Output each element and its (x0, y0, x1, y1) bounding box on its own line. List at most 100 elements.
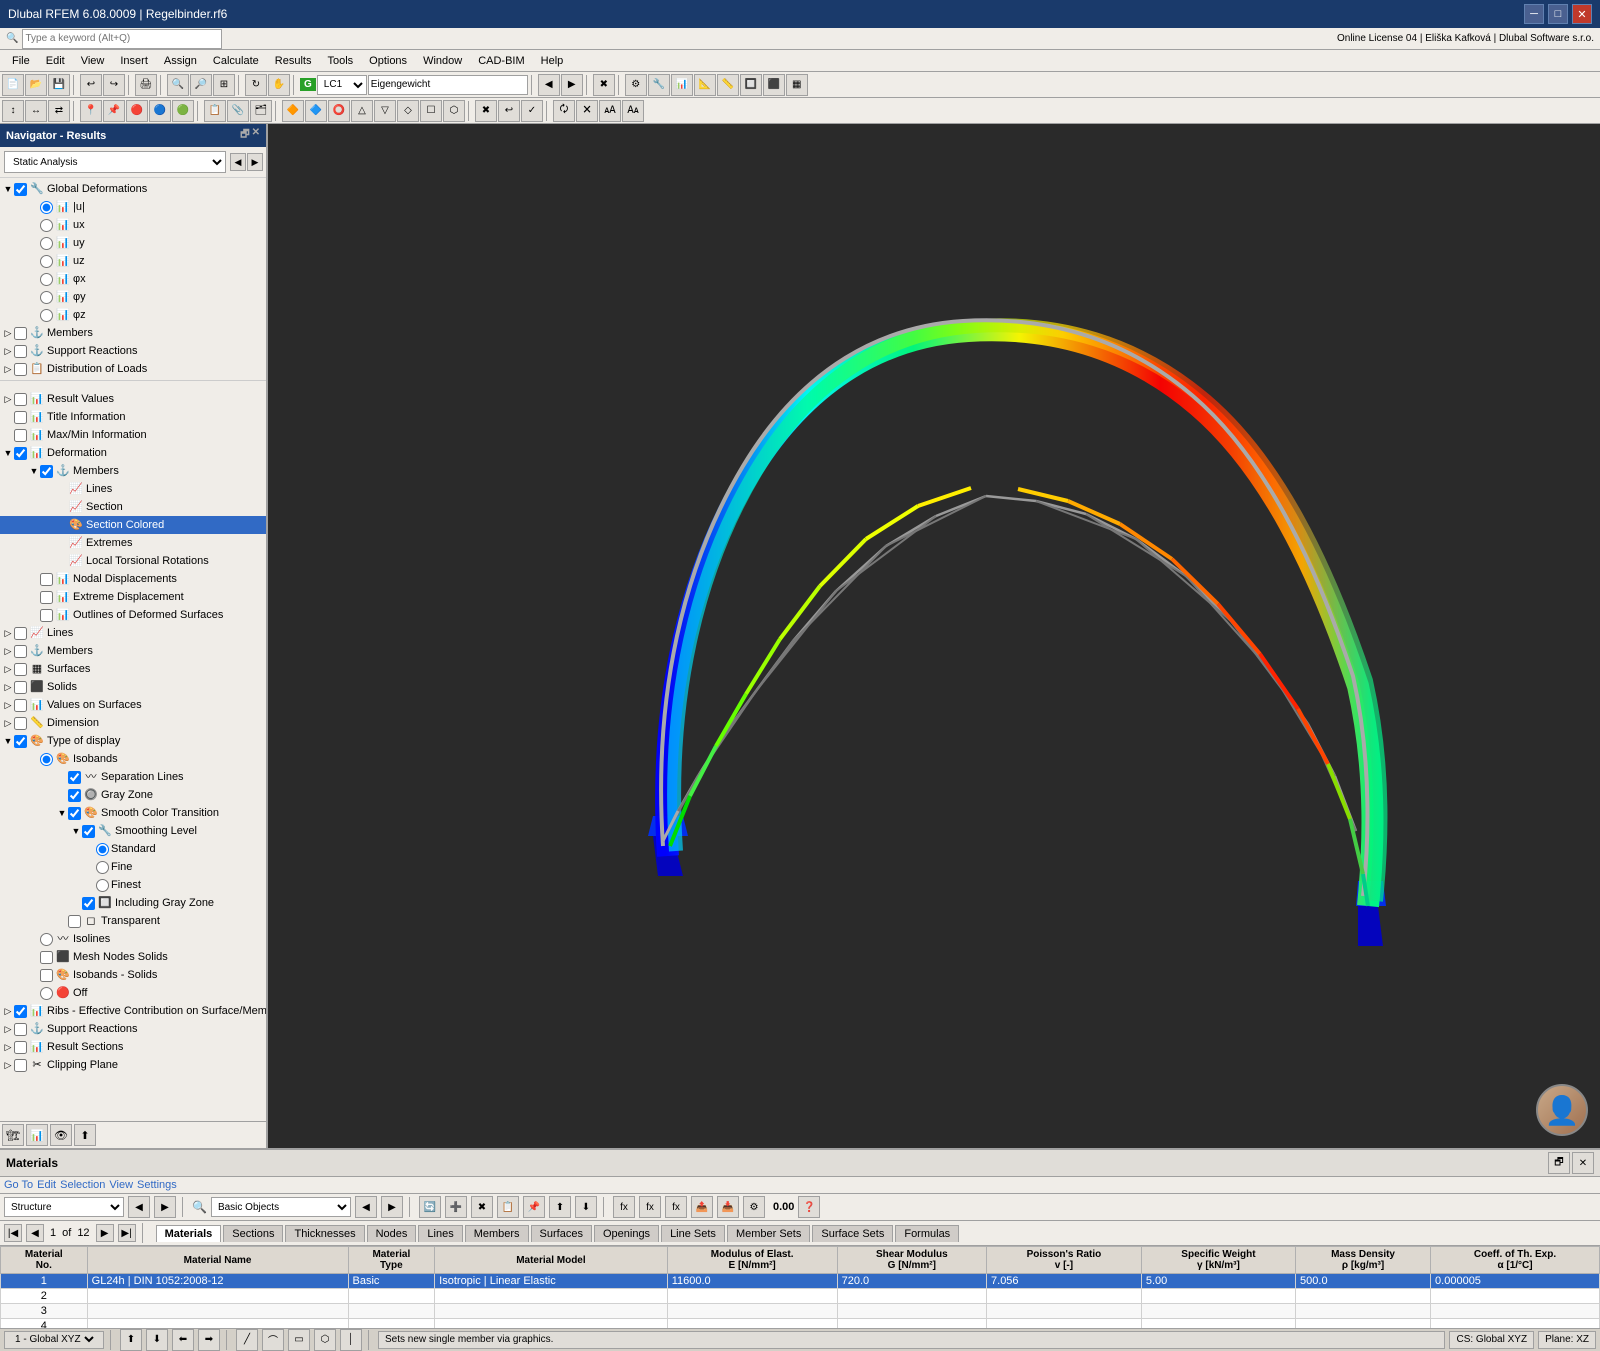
tree-item-members2[interactable]: ▷ ⚓ Members (0, 642, 266, 660)
def-expand[interactable]: ▼ (2, 447, 14, 459)
tree-item-local-torsional[interactable]: 📈 Local Torsional Rotations (0, 552, 266, 570)
tree-item-support-reactions[interactable]: ▷ ⚓ Support Reactions (0, 342, 266, 360)
tree-item-sep-lines[interactable]: 〰 Separation Lines (0, 768, 266, 786)
tb2-11[interactable]: 🗂 (250, 100, 272, 122)
nav-bottom-load[interactable]: ⬆ (74, 1124, 96, 1146)
menu-view[interactable]: View (73, 53, 113, 69)
viewport-3d[interactable]: 👤 (268, 124, 1600, 1148)
tree-item-outlines[interactable]: 📊 Outlines of Deformed Surfaces (0, 606, 266, 624)
tree-radio-fine[interactable] (96, 861, 109, 874)
search-input[interactable] (22, 29, 222, 49)
edit-link[interactable]: Edit (37, 1179, 56, 1191)
tab-formulas[interactable]: Formulas (895, 1225, 959, 1242)
lines-expand[interactable]: ▷ (2, 627, 14, 639)
tree-item-phix[interactable]: ▷ 📊 φx (0, 270, 266, 288)
tab-materials[interactable]: Materials (156, 1225, 222, 1242)
mat-formula3-btn[interactable]: fx (665, 1196, 687, 1218)
tree-check-mns[interactable] (40, 951, 53, 964)
tree-radio-phix[interactable] (40, 273, 53, 286)
tree-item-clipping-plane[interactable]: ▷ ✂ Clipping Plane (0, 1056, 266, 1074)
table-row[interactable]: 3 (1, 1304, 1600, 1319)
tree-item-result-sections[interactable]: ▷ 📊 Result Sections (0, 1038, 266, 1056)
tb2-xyz2[interactable]: 🗙 (576, 100, 598, 122)
nav-prev-btn[interactable]: ◀ (230, 153, 246, 171)
ribs-expand[interactable]: ▷ (2, 1005, 14, 1017)
tab-surfaces[interactable]: Surfaces (531, 1225, 592, 1242)
menu-file[interactable]: File (4, 53, 38, 69)
tb2-8[interactable]: 🟢 (172, 100, 194, 122)
tb2-10[interactable]: 📎 (227, 100, 249, 122)
draw-line-btn[interactable]: ╱ (236, 1329, 258, 1351)
tab-line-sets[interactable]: Line Sets (661, 1225, 725, 1242)
rs-expand[interactable]: ▷ (2, 1041, 14, 1053)
mat-delete-btn[interactable]: ✖ (471, 1196, 493, 1218)
tb-extra-4[interactable]: 📐 (694, 74, 716, 96)
sl-expand[interactable]: ▼ (70, 825, 82, 837)
print-btn[interactable]: 🖨 (135, 74, 157, 96)
selection-link[interactable]: Selection (60, 1179, 105, 1191)
tree-check-title[interactable] (14, 411, 27, 424)
goto-link[interactable]: Go To (4, 1179, 33, 1191)
redo-btn[interactable]: ↪ (103, 74, 125, 96)
rotate-btn[interactable]: ↻ (245, 74, 267, 96)
tb-extra-1[interactable]: ⚙ (625, 74, 647, 96)
tree-check-members[interactable] (14, 327, 27, 340)
prev-page-btn[interactable]: ◀ (26, 1224, 44, 1242)
tab-thicknesses[interactable]: Thicknesses (285, 1225, 364, 1242)
menu-options[interactable]: Options (361, 53, 415, 69)
tree-item-dist-loads[interactable]: ▷ 📋 Distribution of Loads (0, 360, 266, 378)
tb2-17[interactable]: ◇ (397, 100, 419, 122)
tree-item-solids[interactable]: ▷ ⬛ Solids (0, 678, 266, 696)
tb-extra-7[interactable]: ⬛ (763, 74, 785, 96)
lc-name-input[interactable] (368, 75, 528, 95)
mat-import-btn[interactable]: 📥 (717, 1196, 739, 1218)
tb2-check[interactable]: ✓ (521, 100, 543, 122)
tb2-3[interactable]: ⇄ (48, 100, 70, 122)
nav-bottom-1[interactable]: 🏗 (2, 1124, 24, 1146)
tree-item-fine[interactable]: Fine (0, 858, 266, 876)
dist-expand-icon[interactable]: ▷ (2, 363, 14, 375)
panel-restore-btn[interactable]: 🗗 (1548, 1152, 1570, 1174)
tree-check-solids[interactable] (14, 681, 27, 694)
tb-extra-8[interactable]: ▦ (786, 74, 808, 96)
draw-member-btn[interactable]: │ (340, 1329, 362, 1351)
bo-next-btn[interactable]: ▶ (381, 1196, 403, 1218)
tb2-xyz1[interactable]: 🗘 (553, 100, 575, 122)
panel-close-btn[interactable]: ✕ (1572, 1152, 1594, 1174)
mat-add-btn[interactable]: ➕ (445, 1196, 467, 1218)
tree-check-def-members[interactable] (40, 465, 53, 478)
tree-item-uz[interactable]: ▷ 📊 uz (0, 252, 266, 270)
members-expand-icon[interactable]: ▷ (2, 327, 14, 339)
tree-item-smoothing-level[interactable]: ▼ 🔧 Smoothing Level (0, 822, 266, 840)
zoom-out-btn[interactable]: 🔎 (190, 74, 212, 96)
tree-item-transparent[interactable]: ◻ Transparent (0, 912, 266, 930)
tree-item-mesh-nodes-solids[interactable]: ⬛ Mesh Nodes Solids (0, 948, 266, 966)
dim-expand[interactable]: ▷ (2, 717, 14, 729)
undo-btn[interactable]: ↩ (80, 74, 102, 96)
tree-item-smooth-color[interactable]: ▼ 🎨 Smooth Color Transition (0, 804, 266, 822)
tree-radio-uy[interactable] (40, 237, 53, 250)
tree-check-nodal[interactable] (40, 573, 53, 586)
tb-extra-6[interactable]: 🔲 (740, 74, 762, 96)
tb2-xyz3[interactable]: 🗚 (599, 100, 621, 122)
tab-member-sets[interactable]: Member Sets (727, 1225, 810, 1242)
table-row[interactable]: 4 (1, 1319, 1600, 1329)
tree-item-def-lines[interactable]: 📈 Lines (0, 480, 266, 498)
table-row[interactable]: 2 (1, 1289, 1600, 1304)
cs-selector-status[interactable]: 1 - Global XYZ (4, 1331, 104, 1349)
tree-check-sl[interactable] (82, 825, 95, 838)
menu-assign[interactable]: Assign (156, 53, 205, 69)
tree-item-def-members[interactable]: ▼ ⚓ Members (0, 462, 266, 480)
tb2-6[interactable]: 🔴 (126, 100, 148, 122)
mat-export-btn[interactable]: 📤 (691, 1196, 713, 1218)
menu-tools[interactable]: Tools (319, 53, 361, 69)
tb2-xyz4[interactable]: 🗛 (622, 100, 644, 122)
tree-item-section-colored[interactable]: 🎨 Section Colored (0, 516, 266, 534)
tree-item-standard[interactable]: Standard (0, 840, 266, 858)
tree-check-sep[interactable] (68, 771, 81, 784)
tree-radio-isobands[interactable] (40, 753, 53, 766)
tab-openings[interactable]: Openings (594, 1225, 659, 1242)
draw-arc-btn[interactable]: ⌒ (262, 1329, 284, 1351)
tb2-7[interactable]: 🔵 (149, 100, 171, 122)
tree-item-maxmin[interactable]: 📊 Max/Min Information (0, 426, 266, 444)
